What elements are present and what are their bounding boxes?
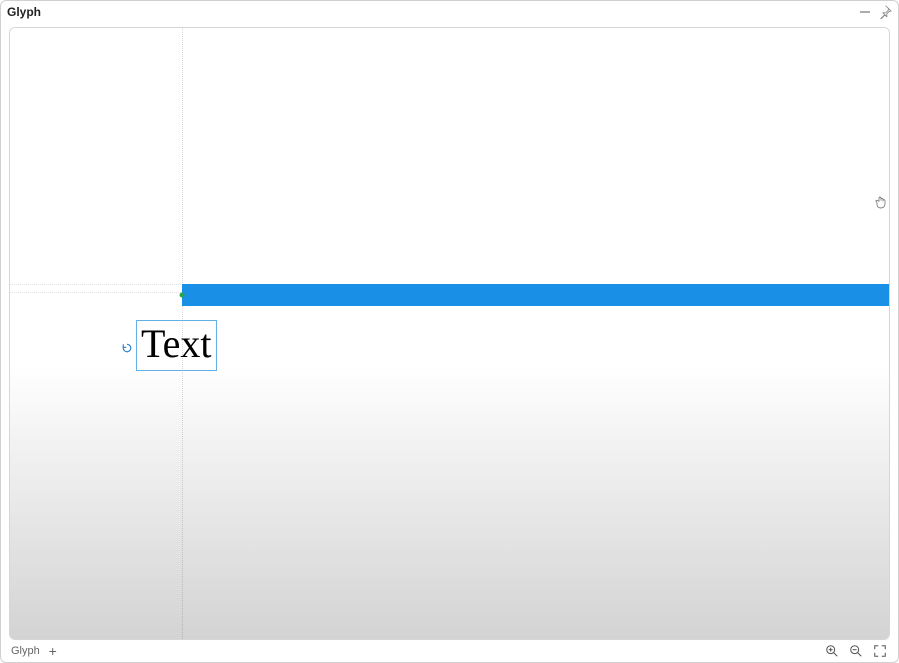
glyph-canvas[interactable]: Text [10,28,889,639]
panel-title: Glyph [7,5,41,19]
canvas-viewport[interactable]: Text [9,27,890,640]
text-object[interactable]: Text [136,320,217,371]
tab-label[interactable]: Glyph [11,645,40,657]
minimize-icon[interactable] [858,5,872,19]
panel-header-controls [858,5,892,19]
add-tab-button[interactable]: + [46,644,60,658]
status-right [824,643,888,659]
glyph-panel: Glyph Text Glyph [0,0,899,663]
status-left: Glyph + [11,644,60,658]
snap-indicator [180,293,185,298]
rotate-handle-icon[interactable] [120,341,134,355]
pin-icon[interactable] [878,5,892,19]
status-bar: Glyph + [1,640,898,662]
baseline-highlight-bar [182,284,889,306]
panel-header: Glyph [1,1,898,23]
zoom-in-icon[interactable] [824,643,840,659]
zoom-out-icon[interactable] [848,643,864,659]
hand-cursor-icon [873,194,890,212]
fit-view-icon[interactable] [872,643,888,659]
